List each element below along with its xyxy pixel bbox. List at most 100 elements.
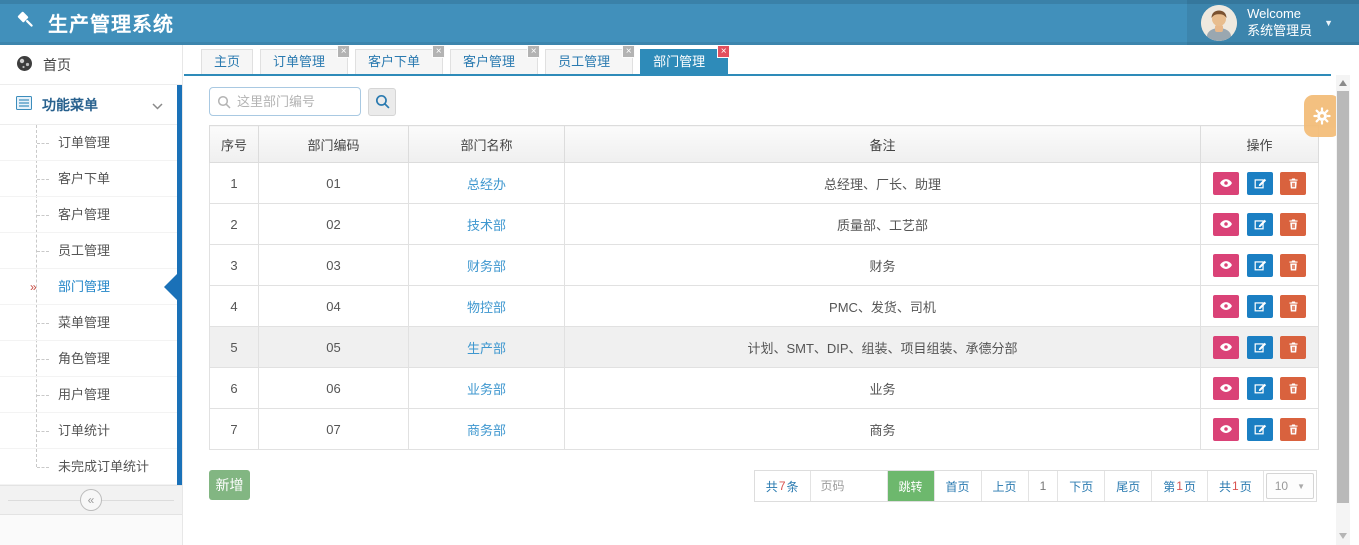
tab-order-mgmt[interactable]: 订单管理× — [260, 49, 348, 74]
edit-icon — [1253, 299, 1267, 313]
tab-customer-mgmt[interactable]: 客户管理× — [450, 49, 538, 74]
vertical-scrollbar[interactable] — [1336, 75, 1350, 545]
page-number-input[interactable] — [811, 471, 887, 501]
trash-icon — [1287, 341, 1300, 354]
close-icon[interactable]: × — [432, 45, 445, 58]
tab-home[interactable]: 主页 — [201, 49, 253, 74]
eye-icon — [1219, 422, 1233, 436]
table-row: 3 03 财务部 财务 — [210, 245, 1319, 286]
delete-button[interactable] — [1280, 213, 1306, 236]
sidebar-item-unfinished-order-stats[interactable]: 未完成订单统计 — [0, 449, 177, 485]
tab-customer-order[interactable]: 客户下单× — [355, 49, 443, 74]
delete-button[interactable] — [1280, 418, 1306, 441]
close-icon[interactable]: × — [527, 45, 540, 58]
prev-page-button[interactable]: 上页 — [982, 471, 1029, 501]
tab-department-mgmt[interactable]: 部门管理× — [640, 49, 728, 74]
table-row: 5 05 生产部 计划、SMT、DIP、组装、项目组装、承德分部 — [210, 327, 1319, 368]
globe-icon — [16, 55, 33, 75]
app-window: 生产管理系统 Welcome 系统管理员 ▼ — [0, 0, 1359, 545]
sidebar-group-menu[interactable]: 功能菜单 — [0, 85, 177, 125]
view-button[interactable] — [1213, 377, 1239, 400]
delete-button[interactable] — [1280, 377, 1306, 400]
edit-button[interactable] — [1247, 418, 1273, 441]
sidebar-item-menu-mgmt[interactable]: 菜单管理 — [0, 305, 177, 341]
jump-button[interactable]: 跳转 — [888, 471, 935, 501]
search-input[interactable] — [210, 88, 360, 115]
sidebar-item-order-stats[interactable]: 订单统计 — [0, 413, 177, 449]
app-title: 生产管理系统 — [48, 8, 174, 37]
sidebar-item-order-mgmt[interactable]: 订单管理 — [0, 125, 177, 161]
edit-button[interactable] — [1247, 295, 1273, 318]
collapse-sidebar-button[interactable]: « — [80, 489, 102, 511]
current-page: 1 — [1029, 471, 1059, 501]
edit-button[interactable] — [1247, 172, 1273, 195]
edit-button[interactable] — [1247, 377, 1273, 400]
user-menu[interactable]: Welcome 系统管理员 ▼ — [1187, 0, 1359, 45]
trash-icon — [1287, 423, 1300, 436]
department-link[interactable]: 生产部 — [467, 341, 506, 356]
edit-button[interactable] — [1247, 254, 1273, 277]
view-button[interactable] — [1213, 172, 1239, 195]
trash-icon — [1287, 218, 1300, 231]
search-input-wrap — [209, 87, 361, 116]
active-item-arrow — [164, 274, 177, 300]
table-footer: 新增 共7条 跳转 首页 上页 1 下页 尾页 第1页 共1页 — [209, 470, 1317, 502]
edit-button[interactable] — [1247, 336, 1273, 359]
delete-button[interactable] — [1280, 336, 1306, 359]
sidebar-submenu: 订单管理 客户下单 客户管理 员工管理 » 部门管理 菜单管理 角色管理 用户管… — [0, 125, 177, 485]
last-page-button[interactable]: 尾页 — [1105, 471, 1152, 501]
delete-button[interactable] — [1280, 254, 1306, 277]
page-size-select[interactable]: 10 ▼ — [1266, 473, 1314, 499]
scrollbar-thumb[interactable] — [1337, 91, 1349, 503]
tab-bar: 主页 订单管理× 客户下单× 客户管理× 员工管理× 部门管理× — [184, 45, 1331, 76]
table-row: 7 07 商务部 商务 — [210, 409, 1319, 450]
delete-button[interactable] — [1280, 172, 1306, 195]
edit-icon — [1253, 176, 1267, 190]
eye-icon — [1219, 340, 1233, 354]
scroll-down-arrow[interactable] — [1336, 529, 1350, 543]
caret-down-icon: ▼ — [1324, 18, 1333, 28]
view-button[interactable] — [1213, 336, 1239, 359]
department-link[interactable]: 商务部 — [467, 423, 506, 438]
table-row: 4 04 物控部 PMC、发货、司机 — [210, 286, 1319, 327]
close-icon[interactable]: × — [622, 45, 635, 58]
first-page-button[interactable]: 首页 — [935, 471, 982, 501]
sidebar-item-employee-mgmt[interactable]: 员工管理 — [0, 233, 177, 269]
add-button[interactable]: 新增 — [209, 470, 250, 500]
department-link[interactable]: 财务部 — [467, 259, 506, 274]
next-page-button[interactable]: 下页 — [1058, 471, 1105, 501]
edit-icon — [1253, 422, 1267, 436]
eye-icon — [1219, 299, 1233, 313]
department-link[interactable]: 总经办 — [467, 177, 506, 192]
sidebar-home-label: 首页 — [43, 55, 71, 75]
sidebar-item-role-mgmt[interactable]: 角色管理 — [0, 341, 177, 377]
department-link[interactable]: 物控部 — [467, 300, 506, 315]
view-button[interactable] — [1213, 295, 1239, 318]
view-button[interactable] — [1213, 213, 1239, 236]
edit-button[interactable] — [1247, 213, 1273, 236]
eye-icon — [1219, 176, 1233, 190]
view-button[interactable] — [1213, 254, 1239, 277]
search-button[interactable] — [368, 88, 396, 116]
search-icon — [375, 94, 390, 109]
sidebar-item-user-mgmt[interactable]: 用户管理 — [0, 377, 177, 413]
col-actions: 操作 — [1201, 126, 1319, 163]
brand: 生产管理系统 — [14, 0, 174, 45]
search-bar — [209, 87, 1359, 116]
sidebar-item-customer-order[interactable]: 客户下单 — [0, 161, 177, 197]
tab-employee-mgmt[interactable]: 员工管理× — [545, 49, 633, 74]
page-number-label: 第1页 — [1152, 471, 1208, 501]
delete-button[interactable] — [1280, 295, 1306, 318]
view-button[interactable] — [1213, 418, 1239, 441]
department-link[interactable]: 技术部 — [467, 218, 506, 233]
scroll-up-arrow[interactable] — [1336, 75, 1350, 90]
sidebar-item-home[interactable]: 首页 — [0, 45, 182, 85]
sidebar-item-department-mgmt[interactable]: » 部门管理 — [0, 269, 177, 305]
department-link[interactable]: 业务部 — [467, 382, 506, 397]
settings-gear-button[interactable] — [1304, 95, 1340, 137]
sidebar-item-customer-mgmt[interactable]: 客户管理 — [0, 197, 177, 233]
total-count: 共7条 — [755, 471, 811, 501]
close-icon[interactable]: × — [717, 45, 730, 58]
close-icon[interactable]: × — [337, 45, 350, 58]
col-note: 备注 — [565, 126, 1201, 163]
